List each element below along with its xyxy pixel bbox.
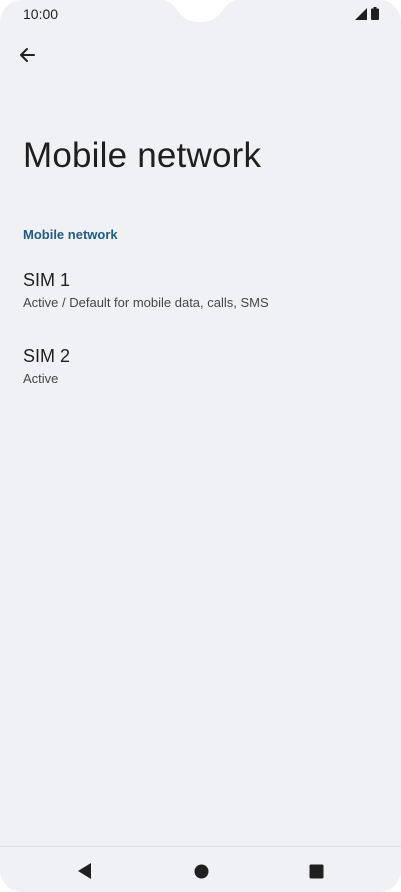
status-bar: 10:00 [0, 0, 401, 30]
arrow-back-icon [20, 48, 35, 62]
nav-home-icon [194, 864, 208, 878]
nav-home-button[interactable] [189, 859, 213, 883]
sim-1-title: SIM 1 [23, 270, 71, 290]
section-header: Mobile network [23, 227, 118, 242]
sim-1-item[interactable]: SIM 1 Active / Default for mobile data, … [0, 270, 401, 330]
sim-2-title: SIM 2 [23, 346, 71, 366]
status-time: 10:00 [23, 6, 59, 22]
status-icons [355, 7, 379, 20]
page-title: Mobile network [23, 136, 262, 175]
camera-notch [163, 0, 237, 22]
sim-2-item[interactable]: SIM 2 Active [0, 346, 401, 406]
sim-1-summary: Active / Default for mobile data, calls,… [23, 295, 269, 310]
sim-2-summary: Active [23, 371, 59, 386]
nav-recents-icon [309, 864, 323, 878]
navigation-bar [0, 846, 401, 892]
nav-recents-button[interactable] [304, 859, 328, 883]
battery-icon [371, 7, 379, 20]
back-button[interactable] [12, 40, 42, 70]
phone-screen: 10:00 Mobile network Mobile network SIM … [0, 0, 401, 892]
nav-back-button[interactable] [73, 859, 97, 883]
nav-back-icon [78, 863, 91, 879]
signal-icon [355, 7, 367, 20]
